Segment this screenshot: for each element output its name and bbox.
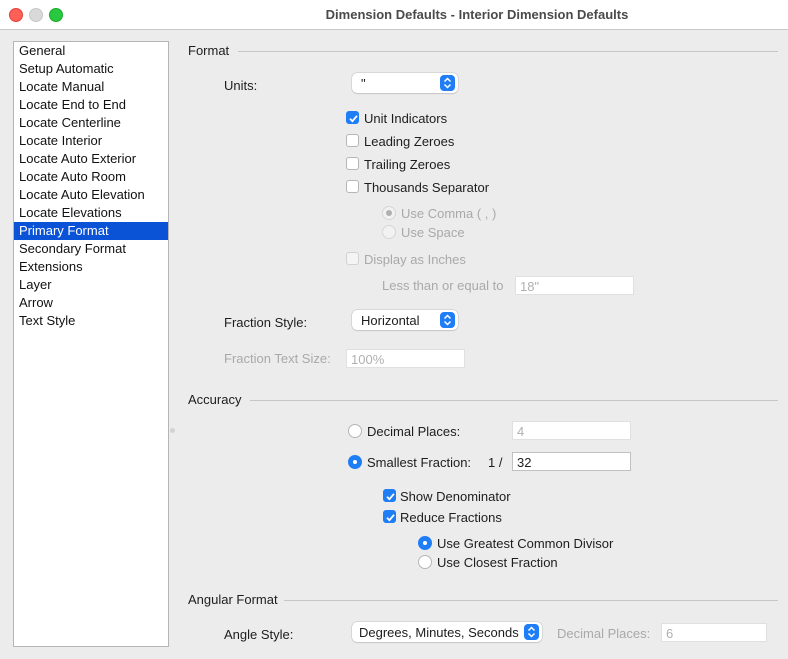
trailing-zeroes-checkbox[interactable] <box>346 157 359 170</box>
checkmark-icon <box>386 514 395 522</box>
sidebar-item-locate-manual[interactable]: Locate Manual <box>14 78 168 96</box>
fraction-style-value: Horizontal <box>361 313 420 328</box>
sidebar-item-locate-elevations[interactable]: Locate Elevations <box>14 204 168 222</box>
decimal-places-field[interactable]: 4 <box>512 421 631 440</box>
sidebar-item-locate-auto-exterior[interactable]: Locate Auto Exterior <box>14 150 168 168</box>
use-comma-radio[interactable] <box>382 206 396 220</box>
fraction-style-popup[interactable]: Horizontal <box>352 310 458 330</box>
angle-style-popup[interactable]: Degrees, Minutes, Seconds <box>352 622 542 642</box>
section-divider <box>238 51 778 52</box>
reduce-fractions-label: Reduce Fractions <box>400 510 502 525</box>
angle-style-value: Degrees, Minutes, Seconds <box>359 625 519 640</box>
use-closest-fraction-radio[interactable] <box>418 555 432 569</box>
display-as-inches-label: Display as Inches <box>364 252 466 267</box>
sidebar-item-setup-automatic[interactable]: Setup Automatic <box>14 60 168 78</box>
title-bar: Dimension Defaults - Interior Dimension … <box>0 0 788 30</box>
angular-format-section-header: Angular Format <box>188 592 778 608</box>
less-than-field[interactable]: 18" <box>515 276 634 295</box>
sidebar-item-locate-end-to-end[interactable]: Locate End to End <box>14 96 168 114</box>
sidebar-item-layer[interactable]: Layer <box>14 276 168 294</box>
angular-decimal-places-label: Decimal Places: <box>557 626 651 641</box>
sidebar-item-arrow[interactable]: Arrow <box>14 294 168 312</box>
thousands-separator-label: Thousands Separator <box>364 180 490 195</box>
reduce-fractions-checkbox[interactable] <box>383 510 396 523</box>
sidebar-item-extensions[interactable]: Extensions <box>14 258 168 276</box>
unit-indicators-label: Unit Indicators <box>364 111 448 126</box>
less-than-label: Less than or equal to <box>382 278 504 293</box>
units-popup[interactable]: " <box>352 73 458 93</box>
trailing-zeroes-label: Trailing Zeroes <box>364 157 451 172</box>
sidebar-item-general[interactable]: General <box>14 42 168 60</box>
sidebar-item-secondary-format[interactable]: Secondary Format <box>14 240 168 258</box>
popup-arrows-icon <box>440 312 455 328</box>
use-gcd-radio[interactable] <box>418 536 432 550</box>
format-section-header: Format <box>188 43 778 59</box>
leading-zeroes-label: Leading Zeroes <box>364 134 455 149</box>
sidebar-item-locate-auto-elevation[interactable]: Locate Auto Elevation <box>14 186 168 204</box>
thousands-separator-checkbox[interactable] <box>346 180 359 193</box>
window-title: Dimension Defaults - Interior Dimension … <box>325 7 629 22</box>
accuracy-section-header: Accuracy <box>188 392 778 408</box>
fraction-style-label: Fraction Style: <box>224 315 308 330</box>
units-value: " <box>361 76 366 91</box>
display-as-inches-checkbox[interactable] <box>346 252 359 265</box>
angular-format-section-label: Angular Format <box>188 592 278 607</box>
sidebar-item-locate-centerline[interactable]: Locate Centerline <box>14 114 168 132</box>
sidebar-item-locate-interior[interactable]: Locate Interior <box>14 132 168 150</box>
sidebar-item-text-style[interactable]: Text Style <box>14 312 168 330</box>
fraction-text-size-label: Fraction Text Size: <box>224 351 331 366</box>
popup-arrows-icon <box>440 75 455 91</box>
decimal-places-radio[interactable] <box>348 424 362 438</box>
decimal-places-label: Decimal Places: <box>367 424 461 439</box>
use-space-label: Use Space <box>401 225 465 240</box>
category-list[interactable]: General Setup Automatic Locate Manual Lo… <box>13 41 169 647</box>
checkmark-icon <box>386 493 395 501</box>
sidebar-item-locate-auto-room[interactable]: Locate Auto Room <box>14 168 168 186</box>
units-label: Units: <box>224 78 258 93</box>
checkmark-icon <box>349 115 358 123</box>
smallest-fraction-prefix: 1 / <box>488 455 503 470</box>
smallest-fraction-label: Smallest Fraction: <box>367 455 472 470</box>
leading-zeroes-checkbox[interactable] <box>346 134 359 147</box>
split-view-divider-handle[interactable] <box>170 428 175 433</box>
format-section-label: Format <box>188 43 230 58</box>
show-denominator-checkbox[interactable] <box>383 489 396 502</box>
accuracy-section-label: Accuracy <box>188 392 242 407</box>
use-closest-fraction-label: Use Closest Fraction <box>437 555 558 570</box>
use-gcd-label: Use Greatest Common Divisor <box>437 536 614 551</box>
fraction-text-size-field[interactable]: 100% <box>346 349 465 368</box>
angular-decimal-places-field[interactable]: 6 <box>661 623 767 642</box>
sidebar-item-primary-format[interactable]: Primary Format <box>14 222 168 240</box>
angle-style-label: Angle Style: <box>224 627 294 642</box>
use-comma-label: Use Comma ( , ) <box>401 206 497 221</box>
section-divider <box>250 400 778 401</box>
popup-arrows-icon <box>524 624 539 640</box>
show-denominator-label: Show Denominator <box>400 489 511 504</box>
use-space-radio[interactable] <box>382 225 396 239</box>
smallest-fraction-field[interactable]: 32 <box>512 452 631 471</box>
section-divider <box>284 600 778 601</box>
smallest-fraction-radio[interactable] <box>348 455 362 469</box>
unit-indicators-checkbox[interactable] <box>346 111 359 124</box>
